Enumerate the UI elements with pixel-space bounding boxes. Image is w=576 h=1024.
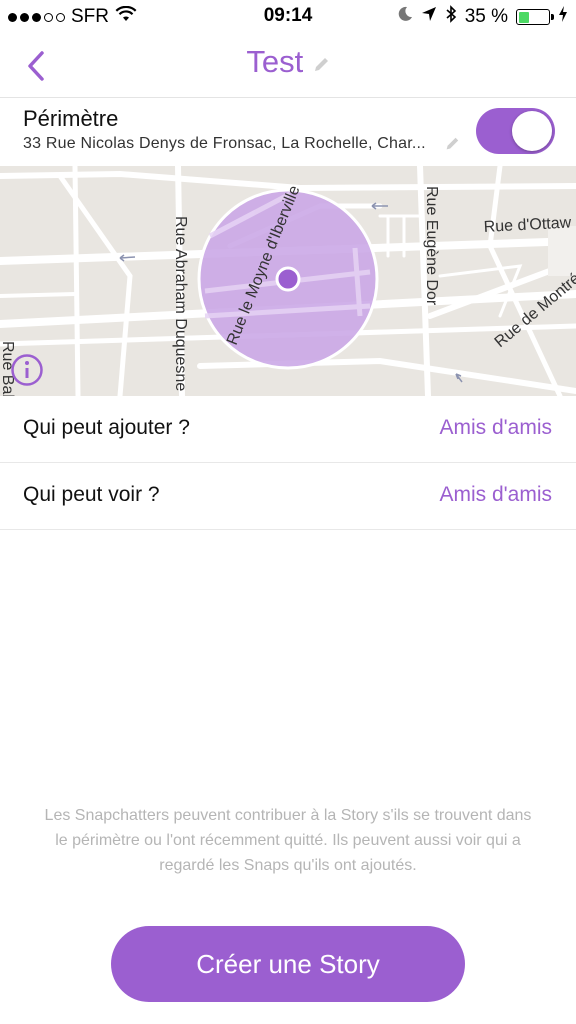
edit-address-pencil-icon[interactable]	[444, 136, 460, 157]
map-street-label: Rue Eugène Dor	[423, 186, 440, 306]
nav-header: Test	[0, 34, 576, 98]
perimeter-row: Périmètre 33 Rue Nicolas Denys de Fronsa…	[0, 98, 576, 166]
setting-row-who-can-add[interactable]: Qui peut ajouter ? Amis d'amis	[0, 396, 576, 463]
map-view[interactable]: Rue Abraham Duquesne Rue Eugène Dor Rue …	[0, 166, 576, 396]
create-story-button[interactable]: Créer une Story	[111, 926, 465, 1002]
moon-icon	[397, 6, 413, 28]
setting-label: Qui peut ajouter ?	[23, 416, 190, 439]
setting-value[interactable]: Amis d'amis	[439, 416, 552, 440]
setting-value[interactable]: Amis d'amis	[439, 483, 552, 507]
charging-icon	[558, 6, 568, 28]
setting-label: Qui peut voir ?	[23, 483, 160, 506]
pencil-icon	[312, 56, 330, 79]
status-bar: SFR 09:14 35 %	[0, 0, 576, 34]
map-street-label: Rue Abraham Duquesne	[172, 216, 189, 391]
page-title: Test	[246, 44, 304, 79]
toggle-knob	[512, 111, 552, 151]
map-info-icon[interactable]	[10, 353, 44, 387]
perimeter-label: Périmètre	[23, 106, 119, 131]
perimeter-address[interactable]: 33 Rue Nicolas Denys de Fronsac, La Roch…	[23, 135, 426, 153]
battery-icon	[516, 9, 554, 25]
location-arrow-icon	[421, 6, 437, 28]
title-group[interactable]: Test	[0, 44, 576, 80]
setting-row-who-can-view[interactable]: Qui peut voir ? Amis d'amis	[0, 463, 576, 530]
perimeter-toggle[interactable]	[476, 108, 555, 154]
battery-percent: 35 %	[464, 6, 508, 27]
bluetooth-icon	[445, 5, 457, 29]
status-icons: 35 %	[397, 5, 568, 29]
info-text: Les Snapchatters peuvent contribuer à la…	[44, 807, 532, 874]
location-pin	[275, 266, 301, 292]
